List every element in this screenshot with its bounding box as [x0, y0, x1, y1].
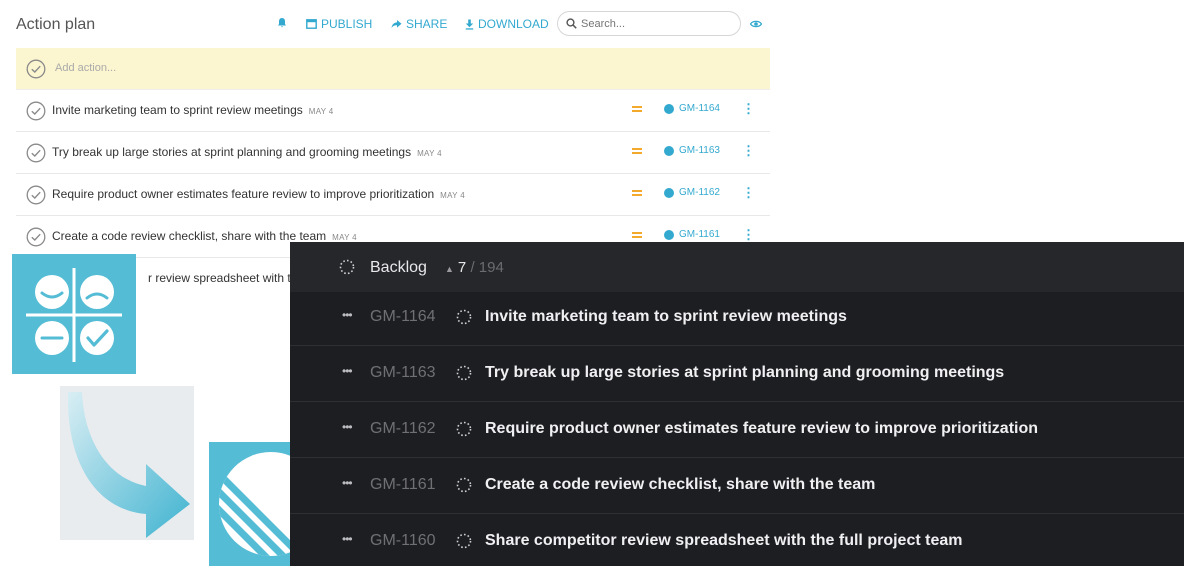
- backlog-status-icon[interactable]: [456, 533, 472, 549]
- publish-button[interactable]: PUBLISH: [306, 17, 372, 31]
- issue-id: GM-1161: [370, 476, 436, 493]
- download-label: DOWNLOAD: [478, 17, 549, 31]
- issue-key: GM-1162: [679, 187, 720, 198]
- share-label: SHARE: [406, 17, 448, 31]
- check-circle-icon[interactable]: [26, 227, 46, 247]
- backlog-row[interactable]: ••• GM-1160 Share competitor review spre…: [290, 514, 1184, 570]
- download-icon: [465, 19, 474, 30]
- more-options-icon[interactable]: ⋮: [742, 143, 755, 159]
- publish-icon: [306, 19, 317, 29]
- search-input[interactable]: [581, 17, 731, 30]
- search-icon: [566, 18, 577, 29]
- publish-label: PUBLISH: [321, 17, 373, 31]
- action-title: Try break up large stories at sprint pla…: [52, 145, 412, 159]
- issue-link[interactable]: GM-1164: [664, 103, 720, 114]
- backlog-status-icon[interactable]: [456, 309, 472, 325]
- issue-id: GM-1162: [370, 420, 436, 437]
- backlog-status-icon[interactable]: [456, 421, 472, 437]
- action-text[interactable]: Create a code review checklist, share wi…: [52, 229, 357, 243]
- action-plan-toolbar: Action plan PUBLISH SHARE DOWNLOAD: [12, 6, 774, 42]
- issue-title: Share competitor review spreadsheet with…: [485, 532, 963, 549]
- bell-button[interactable]: [277, 17, 287, 28]
- check-circle-icon: [26, 59, 46, 79]
- action-date: MAY 4: [332, 233, 357, 242]
- backlog-title: Backlog: [370, 259, 427, 276]
- action-text[interactable]: Try break up large stories at sprint pla…: [52, 145, 442, 159]
- bell-icon: [278, 18, 286, 28]
- action-date: MAY 4: [417, 149, 442, 158]
- backlog-status-icon[interactable]: [456, 477, 472, 493]
- backlog-count-value: 7: [457, 259, 467, 276]
- share-button[interactable]: SHARE: [391, 17, 447, 31]
- backlog-header[interactable]: Backlog ▲ 7 / 194: [290, 242, 1184, 292]
- retrospective-grid-logo: [12, 254, 136, 374]
- action-title: r review spreadsheet with the: [148, 271, 305, 285]
- issue-link[interactable]: GM-1163: [664, 145, 720, 156]
- action-title: Invite marketing team to sprint review m…: [52, 103, 303, 117]
- backlog-row[interactable]: ••• GM-1161 Create a code review checkli…: [290, 458, 1184, 514]
- backlog-panel: Backlog ▲ 7 / 194 ••• GM-1164 Invite mark…: [290, 242, 1184, 566]
- more-options-icon[interactable]: ⋮: [742, 101, 755, 117]
- action-date: MAY 4: [308, 107, 334, 116]
- sort-triangle-icon: ▲: [445, 264, 454, 274]
- more-options-icon[interactable]: •••: [342, 476, 353, 490]
- action-row[interactable]: Try break up large stories at sprint pla…: [16, 132, 770, 174]
- migration-arrow-tile: [60, 386, 194, 540]
- add-action-placeholder[interactable]: Add action...: [55, 62, 116, 74]
- page-title: Action plan: [16, 16, 96, 33]
- issue-key: GM-1164: [679, 103, 720, 114]
- action-title: Require product owner estimates feature …: [52, 187, 435, 201]
- issue-id: GM-1163: [370, 364, 436, 381]
- curved-arrow-icon: [67, 392, 190, 538]
- more-options-icon[interactable]: ⋮: [742, 185, 755, 201]
- priority-icon[interactable]: [632, 148, 642, 156]
- check-circle-icon[interactable]: [26, 185, 46, 205]
- backlog-status-icon: [339, 259, 355, 275]
- eye-icon[interactable]: [750, 18, 762, 30]
- download-button[interactable]: DOWNLOAD: [465, 17, 549, 31]
- issue-id: GM-1164: [370, 308, 436, 325]
- retro-logo-graphic: [26, 268, 122, 362]
- backlog-status-icon[interactable]: [456, 365, 472, 381]
- priority-icon[interactable]: [632, 232, 642, 240]
- action-title: Create a code review checklist, share wi…: [52, 229, 327, 243]
- priority-icon[interactable]: [632, 190, 642, 198]
- search-box: [557, 11, 741, 36]
- backlog-row[interactable]: ••• GM-1162 Require product owner estima…: [290, 402, 1184, 458]
- more-options-icon[interactable]: •••: [342, 364, 353, 378]
- issue-key: GM-1163: [679, 145, 720, 156]
- backlog-row[interactable]: ••• GM-1164 Invite marketing team to spr…: [290, 290, 1184, 346]
- check-circle-icon[interactable]: [26, 101, 46, 121]
- share-icon: [391, 20, 402, 29]
- issue-id: GM-1160: [370, 532, 436, 549]
- issue-status-icon: [664, 145, 674, 156]
- backlog-count: ▲ 7 / 194: [445, 259, 504, 276]
- add-action-row[interactable]: Add action...: [16, 48, 770, 90]
- action-row[interactable]: Require product owner estimates feature …: [16, 174, 770, 216]
- action-row[interactable]: Invite marketing team to sprint review m…: [16, 90, 770, 132]
- more-options-icon[interactable]: •••: [342, 420, 353, 434]
- more-options-icon[interactable]: •••: [342, 308, 353, 322]
- action-text[interactable]: Invite marketing team to sprint review m…: [52, 103, 334, 117]
- backlog-total: / 194: [470, 259, 504, 276]
- action-date: MAY 4: [440, 191, 465, 200]
- action-text[interactable]: Require product owner estimates feature …: [52, 187, 465, 201]
- more-options-icon[interactable]: ⋮: [742, 227, 755, 243]
- priority-icon[interactable]: [632, 106, 642, 114]
- check-circle-icon[interactable]: [26, 143, 46, 163]
- issue-link[interactable]: GM-1162: [664, 187, 720, 198]
- issue-title: Invite marketing team to sprint review m…: [485, 308, 847, 325]
- backlog-row[interactable]: ••• GM-1163 Try break up large stories a…: [290, 346, 1184, 402]
- issue-status-icon: [664, 187, 674, 198]
- issue-title: Require product owner estimates feature …: [485, 420, 1039, 437]
- issue-status-icon: [664, 103, 674, 114]
- issue-link[interactable]: GM-1161: [664, 229, 720, 240]
- action-text[interactable]: r review spreadsheet with the: [148, 271, 304, 285]
- issue-title: Create a code review checklist, share wi…: [485, 476, 876, 493]
- more-options-icon[interactable]: •••: [342, 532, 353, 546]
- issue-title: Try break up large stories at sprint pla…: [485, 364, 1005, 381]
- issue-key: GM-1161: [679, 229, 720, 240]
- issue-status-icon: [664, 229, 674, 240]
